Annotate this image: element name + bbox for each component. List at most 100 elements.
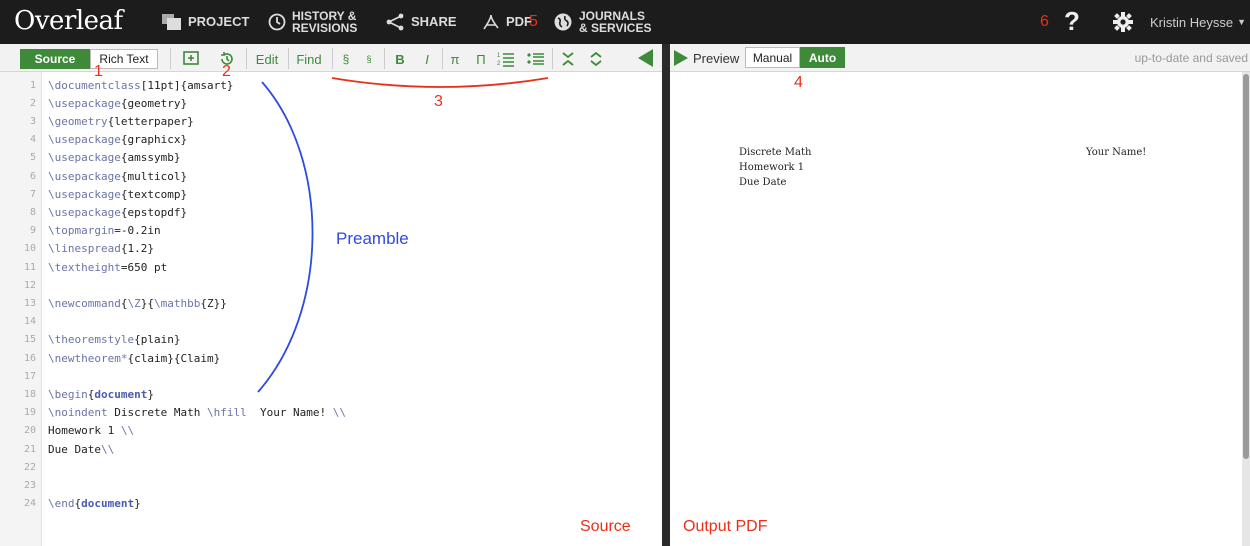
code-line[interactable]: 19 \noindent Discrete Math \hfill Your Na… [0, 404, 662, 422]
project-label: PROJECT [188, 14, 250, 29]
code-line[interactable]: 14 [0, 313, 662, 331]
line-number: 18 [23, 388, 36, 400]
preamble-annotation: Preamble [336, 229, 409, 248]
code-line[interactable]: 8 \usepackage{epstopdf} [0, 203, 662, 221]
share-menu[interactable]: SHARE [385, 0, 457, 44]
code-text: \geometry{letterpaper} [48, 114, 194, 128]
journals-menu[interactable]: JOURNALS & SERVICES [553, 0, 651, 44]
history-menu[interactable]: HISTORY & REVISIONS [268, 0, 357, 44]
overleaf-logo[interactable]: Overleaf [14, 6, 123, 36]
line-number: 7 [29, 188, 36, 200]
numbered-list-icon[interactable]: 12 [496, 48, 516, 70]
code-text: \usepackage{multicol} [48, 169, 188, 183]
code-line[interactable]: 16 \newtheorem*{claim}{Claim} [0, 349, 662, 367]
line-number: 16 [23, 352, 36, 364]
section-button[interactable]: § [338, 48, 354, 70]
source-mode-button[interactable]: Source [20, 49, 90, 69]
collapse-left-pane-arrow-icon[interactable] [638, 49, 653, 67]
user-menu[interactable]: Kristin Heysse ▼ [1150, 0, 1246, 44]
code-line[interactable]: 9 \topmargin=-0.2in [0, 222, 662, 240]
code-line[interactable]: 21 Due Date\\ [0, 440, 662, 458]
expand-icon[interactable] [586, 48, 606, 70]
code-line[interactable]: 12 [0, 276, 662, 294]
project-menu[interactable]: PROJECT [162, 0, 249, 44]
line-number: 4 [29, 134, 36, 146]
code-line[interactable]: 6 \usepackage{multicol} [0, 167, 662, 185]
bold-button[interactable]: B [392, 48, 408, 70]
collapse-icon[interactable] [558, 48, 578, 70]
code-line[interactable]: 11 \textheight=650 pt [0, 258, 662, 276]
output-pdf-annotation: Output PDF [683, 518, 768, 535]
preview-scrollbar[interactable] [1242, 72, 1250, 546]
code-line[interactable]: 18 \begin{document} [0, 385, 662, 403]
code-text: \theoremstyle{plain} [48, 333, 181, 347]
toolbar-divider [246, 48, 247, 69]
scrollbar-thumb[interactable] [1243, 74, 1249, 459]
edit-button[interactable]: Edit [252, 48, 282, 70]
line-number: 1 [29, 79, 36, 91]
add-comment-icon[interactable] [180, 48, 202, 70]
line-number: 19 [23, 407, 36, 419]
auto-compile-button[interactable]: Auto [800, 47, 845, 68]
code-text: \linespread{1.2} [48, 242, 154, 256]
code-text: \newtheorem*{claim}{Claim} [48, 351, 221, 365]
line-number: 13 [23, 297, 36, 309]
pdf-preview[interactable]: Discrete Math Your Name! Homework 1 Due … [670, 72, 1250, 546]
code-line[interactable]: 20 Homework 1 \\ [0, 422, 662, 440]
code-line[interactable]: 5 \usepackage{amssymb} [0, 149, 662, 167]
journals-label-line2: & SERVICES [579, 21, 652, 35]
code-line[interactable]: 4 \usepackage{graphicx} [0, 131, 662, 149]
code-text: \topmargin=-0.2in [48, 224, 161, 238]
toolbar-divider [384, 48, 385, 69]
history-clock-icon [268, 13, 286, 31]
code-text: \usepackage{geometry} [48, 96, 188, 110]
italic-button[interactable]: I [420, 48, 434, 70]
svg-text:1: 1 [497, 53, 501, 59]
pdf-line-discrete-math: Discrete Math [739, 147, 812, 158]
line-number: 8 [29, 206, 36, 218]
code-line[interactable]: 22 [0, 458, 662, 476]
pdf-menu[interactable]: PDF [482, 0, 532, 44]
help-icon[interactable]: ? [1064, 6, 1080, 37]
line-number: 14 [23, 316, 36, 328]
bullet-list-icon[interactable] [526, 48, 546, 70]
pdf-line-your-name: Your Name! [1086, 147, 1147, 158]
annotation-number-5: 5 [529, 13, 538, 30]
user-name: Kristin Heysse [1150, 14, 1234, 30]
code-line[interactable]: 3 \geometry{letterpaper} [0, 112, 662, 130]
line-number: 11 [23, 261, 36, 273]
line-number: 12 [23, 279, 36, 291]
subsection-button[interactable]: § [362, 48, 376, 70]
toolbar-divider [170, 48, 171, 69]
preview-button[interactable]: Preview [674, 48, 739, 68]
pdf-icon [482, 13, 500, 31]
line-number: 9 [29, 225, 36, 237]
code-text: \usepackage{graphicx} [48, 133, 188, 147]
code-line[interactable]: 17 [0, 367, 662, 385]
toolbar-divider [288, 48, 289, 69]
line-number: 2 [29, 97, 36, 109]
code-line[interactable]: 23 [0, 476, 662, 494]
code-text: \usepackage{textcomp} [48, 187, 188, 201]
pane-divider[interactable] [662, 44, 670, 546]
inline-math-button[interactable]: π [448, 48, 462, 70]
line-number: 21 [23, 443, 36, 455]
find-button[interactable]: Find [294, 48, 324, 70]
code-line[interactable]: 2 \usepackage{geometry} [0, 94, 662, 112]
code-line[interactable]: 13 \newcommand{\Z}{\mathbb{Z}} [0, 294, 662, 312]
svg-text:2: 2 [497, 61, 501, 67]
play-icon [674, 50, 688, 66]
line-number: 22 [23, 461, 36, 473]
line-number: 5 [29, 152, 36, 164]
manual-compile-button[interactable]: Manual [745, 47, 800, 68]
line-number: 23 [23, 479, 36, 491]
code-line[interactable]: 24 \end{document} [0, 495, 662, 513]
code-text: \newcommand{\Z}{\mathbb{Z}} [48, 296, 227, 310]
code-line[interactable]: 7 \usepackage{textcomp} [0, 185, 662, 203]
source-editor[interactable]: 1 \documentclass[11pt]{amsart} 2 \usepackag… [0, 72, 662, 546]
display-math-button[interactable]: Π [474, 48, 488, 70]
code-line[interactable]: 15 \theoremstyle{plain} [0, 331, 662, 349]
settings-gear-icon[interactable] [1112, 11, 1134, 38]
code-line[interactable]: 10 \linespread{1.2} [0, 240, 662, 258]
line-number: 10 [23, 243, 36, 255]
